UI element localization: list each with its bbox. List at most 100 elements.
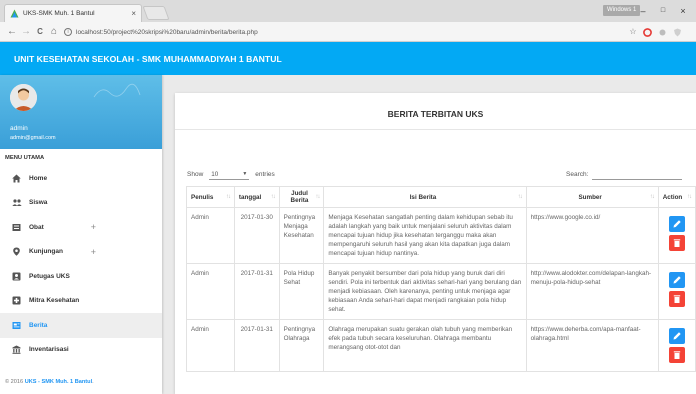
sidebar-item-label: Siswa xyxy=(29,199,48,207)
table-search: Search: xyxy=(566,169,683,180)
cell-isi: Olahraga merupakan suatu gerakan olah tu… xyxy=(323,319,527,372)
tab-close-icon[interactable]: × xyxy=(131,9,136,18)
column-header-tanggal[interactable]: tanggal ↑↓ xyxy=(233,186,280,208)
user-email: admin@gmail.com xyxy=(10,135,56,141)
cell-judul: Pentingnya Olahraga xyxy=(278,319,325,372)
cell-sumber: http://www.alodokter.com/delapan-langkah… xyxy=(525,263,659,320)
cell-judul: Pola Hidup Sehat xyxy=(278,263,325,320)
sort-icon: ↑↓ xyxy=(687,194,692,200)
entries-length-control: Show 10 ▼ entries xyxy=(187,169,275,180)
sort-icon: ↑↓ xyxy=(517,194,523,200)
sidebar-item-home[interactable]: Home xyxy=(0,166,162,191)
column-header-judul[interactable]: Judul Berita ↑↓ xyxy=(278,186,325,208)
sidebar-item-label: Mitra Kesehatan xyxy=(29,297,80,305)
maximize-button[interactable]: □ xyxy=(656,4,670,18)
news-table: Penulis ↑↓ tanggal ↑↓ Judul Berita ↑↓ Isi B… xyxy=(186,186,696,372)
column-header-penulis[interactable]: Penulis ↑↓ xyxy=(186,186,235,208)
trash-icon xyxy=(673,295,681,303)
browser-tab[interactable]: UKS-SMK Muh. 1 Bantul × xyxy=(4,4,142,22)
sort-icon: ↑↓ xyxy=(270,194,276,200)
cell-isi: Banyak penyakit bersumber dari pola hidu… xyxy=(323,263,527,320)
show-label: Show xyxy=(187,171,204,178)
sidebar-item-berita[interactable]: Berita xyxy=(0,313,162,338)
card-title: BERITA TERBITAN UKS xyxy=(387,109,484,119)
cell-penulis: Admin xyxy=(186,263,235,320)
delete-button[interactable] xyxy=(668,291,685,307)
pills-icon xyxy=(12,223,21,232)
reload-icon[interactable]: C xyxy=(34,25,46,39)
forward-icon[interactable]: → xyxy=(20,25,32,39)
url-text[interactable]: localhost:50/project%20skripsi%20baru/ad… xyxy=(76,29,258,36)
bookmark-star-icon[interactable]: ☆ xyxy=(628,26,638,38)
sidebar-item-kunjungan[interactable]: Kunjungan + xyxy=(0,240,162,265)
column-header-sumber[interactable]: Sumber ↑↓ xyxy=(525,186,659,208)
users-icon xyxy=(12,198,22,207)
cell-sumber: https://www.google.co.id/ xyxy=(525,207,659,264)
news-card: BERITA TERBITAN UKS Show 10 ▼ entries Se… xyxy=(175,93,696,394)
sidebar-item-inventarisasi[interactable]: Inventarisasi xyxy=(0,338,162,363)
window-user-badge[interactable]: Windows 1 xyxy=(603,5,641,16)
footer-copyright: © 2016 xyxy=(5,379,25,385)
cell-sumber: https://www.deherba.com/apa-manfaat-olah… xyxy=(525,319,659,372)
opera-extension-icon[interactable] xyxy=(642,26,652,38)
column-label: Judul Berita xyxy=(290,190,309,204)
sort-icon: ↑↓ xyxy=(649,194,655,200)
sidebar-item-siswa[interactable]: Siswa xyxy=(0,191,162,216)
close-window-button[interactable]: × xyxy=(676,4,690,18)
user-name[interactable]: admin xyxy=(10,125,28,132)
expand-icon[interactable]: + xyxy=(91,247,96,257)
new-tab-button[interactable] xyxy=(142,6,170,20)
extension-icon[interactable] xyxy=(657,26,667,38)
sidebar-item-label: Petugas UKS xyxy=(29,272,70,280)
table-row: Admin 2017-01-30 Pentingnya Menjaga Kese… xyxy=(186,207,696,264)
entries-value: 10 xyxy=(211,170,219,178)
delete-button[interactable] xyxy=(668,347,685,363)
sidebar-item-petugas-uks[interactable]: Petugas UKS xyxy=(0,264,162,289)
address-bar[interactable]: i localhost:50/project%20skripsi%20baru/… xyxy=(64,25,610,39)
cell-tanggal: 2017-01-31 xyxy=(233,319,280,372)
shield-extension-icon[interactable] xyxy=(672,26,682,38)
cell-action xyxy=(657,207,696,264)
column-label: Sumber xyxy=(578,193,602,201)
expand-icon[interactable]: + xyxy=(91,222,96,232)
site-info-icon[interactable]: i xyxy=(64,28,72,36)
column-label: Action xyxy=(662,193,683,201)
cell-action xyxy=(657,319,696,372)
cell-tanggal: 2017-01-31 xyxy=(233,263,280,320)
home-icon xyxy=(12,174,21,183)
app-header: UNIT KESEHATAN SEKOLAH - SMK MUHAMMADIYA… xyxy=(0,42,696,75)
cell-judul: Pentingnya Menjaga Kesehatan xyxy=(278,207,325,264)
column-label: Penulis xyxy=(191,193,214,201)
footer-link[interactable]: UKS - SMK Muh. 1 Bantul xyxy=(25,379,92,385)
column-header-action[interactable]: Action ↑↓ xyxy=(657,186,696,208)
entries-select[interactable]: 10 ▼ xyxy=(209,169,250,180)
favicon-icon xyxy=(10,9,19,18)
column-header-isi[interactable]: Isi Berita ↑↓ xyxy=(323,186,527,208)
sidebar-item-obat[interactable]: Obat + xyxy=(0,215,162,240)
partner-icon xyxy=(12,296,21,305)
sort-icon: ↑↓ xyxy=(225,194,231,200)
avatar[interactable] xyxy=(10,84,37,111)
column-label: tanggal xyxy=(238,193,262,201)
tab-title: UKS-SMK Muh. 1 Bantul xyxy=(23,10,95,17)
edit-button[interactable] xyxy=(668,272,685,288)
table-header-row: Penulis ↑↓ tanggal ↑↓ Judul Berita ↑↓ Isi B… xyxy=(186,186,696,208)
app-title: UNIT KESEHATAN SEKOLAH - SMK MUHAMMADIYA… xyxy=(14,54,282,64)
inventory-icon xyxy=(12,345,21,355)
delete-button[interactable] xyxy=(668,235,685,251)
sidebar-item-mitra-kesehatan[interactable]: Mitra Kesehatan xyxy=(0,289,162,314)
home-nav-icon[interactable]: ⌂ xyxy=(48,25,60,39)
edit-button[interactable] xyxy=(668,328,685,344)
search-input[interactable] xyxy=(592,169,683,180)
sidebar: admin admin@gmail.com MENU UTAMA Home Si… xyxy=(0,75,162,394)
minimize-button[interactable]: – xyxy=(636,4,650,18)
edit-button[interactable] xyxy=(668,216,685,232)
cell-isi: Menjaga Kesehatan sangatlah penting dala… xyxy=(323,207,527,264)
sidebar-item-label: Home xyxy=(29,174,48,182)
back-icon[interactable]: ← xyxy=(6,25,18,39)
sidebar-menu: Home Siswa Obat + Kunjungan + Petugas UK… xyxy=(0,166,162,362)
column-label: Isi Berita xyxy=(409,193,437,201)
table-row: Admin 2017-01-31 Pola Hidup Sehat Banyak… xyxy=(186,263,696,320)
entries-label: entries xyxy=(255,171,275,178)
sidebar-item-label: Berita xyxy=(29,321,48,329)
